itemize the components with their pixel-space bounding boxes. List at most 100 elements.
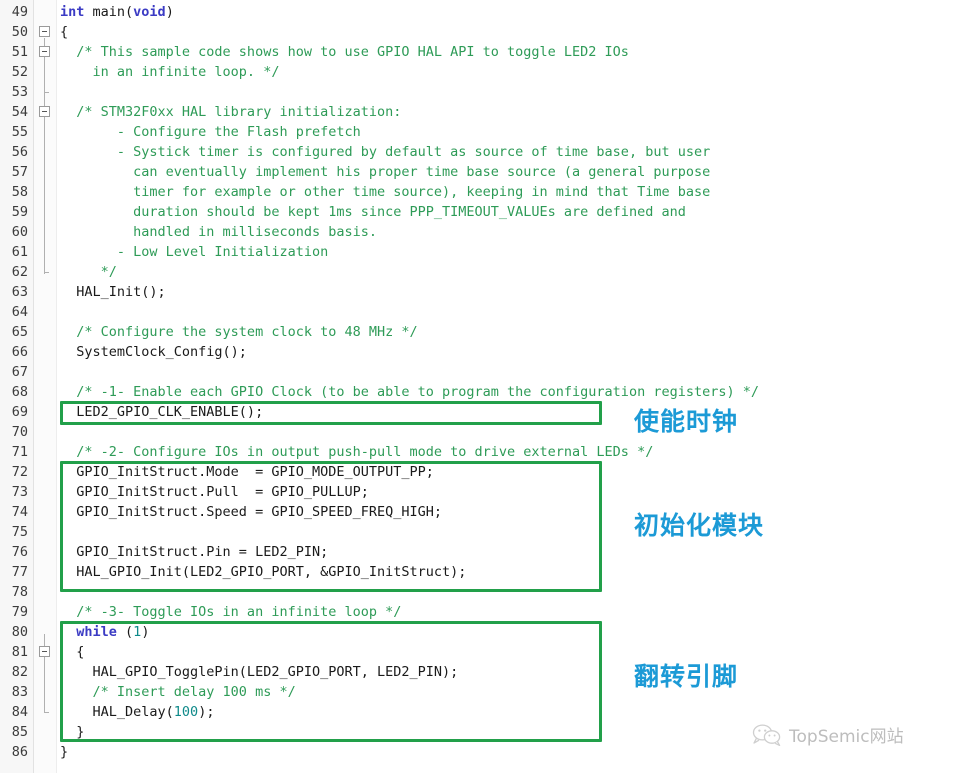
line-number: 86 <box>11 744 28 760</box>
line-number: 83 <box>11 684 28 700</box>
line-number: 61 <box>11 244 28 260</box>
line-number: 53 <box>11 84 28 100</box>
line-number: 84 <box>11 704 28 720</box>
toggle-loop-box <box>60 621 602 742</box>
line-number: 62 <box>11 264 28 280</box>
code-text[interactable]: { <box>60 22 68 42</box>
line-number: 76 <box>11 544 28 560</box>
line-number: 73 <box>11 484 28 500</box>
code-text[interactable]: */ <box>60 262 117 282</box>
code-line[interactable]: 59 duration should be kept 1ms since PPP… <box>0 202 979 222</box>
token-cmt: /* This sample code shows how to use GPI… <box>60 44 629 60</box>
code-text[interactable]: SystemClock_Config(); <box>60 342 247 362</box>
code-text[interactable]: int main(void) <box>60 2 174 22</box>
code-text[interactable]: timer for example or other time source),… <box>60 182 710 202</box>
token-pln: } <box>60 744 69 760</box>
line-number: 58 <box>11 184 28 200</box>
code-text[interactable]: /* STM32F0xx HAL library initialization: <box>60 102 401 122</box>
line-number: 70 <box>11 424 28 440</box>
code-line[interactable]: 61 - Low Level Initialization <box>0 242 979 262</box>
line-number: 85 <box>11 724 28 740</box>
token-cmt: timer for example or other time source),… <box>60 184 711 200</box>
code-text[interactable]: - Low Level Initialization <box>60 242 328 262</box>
code-text[interactable]: - Systick timer is configured by default… <box>60 142 710 162</box>
line-number: 82 <box>11 664 28 680</box>
line-number: 57 <box>11 164 28 180</box>
line-number: 66 <box>11 344 28 360</box>
code-line[interactable]: 63 HAL_Init(); <box>0 282 979 302</box>
code-line[interactable]: 79 /* -3- Toggle IOs in an infinite loop… <box>0 602 979 622</box>
line-number: 55 <box>11 124 28 140</box>
token-cmt: - Low Level Initialization <box>60 244 329 260</box>
line-number: 75 <box>11 524 28 540</box>
code-text[interactable]: /* This sample code shows how to use GPI… <box>60 42 629 62</box>
token-cmt: /* -1- Enable each GPIO Clock (to be abl… <box>60 384 759 400</box>
code-line[interactable]: 71 /* -2- Configure IOs in output push-p… <box>0 442 979 462</box>
token-cmt: - Configure the Flash prefetch <box>60 124 361 140</box>
line-number: 71 <box>11 444 28 460</box>
annotation-toggle-pin: 翻转引脚 <box>634 662 739 691</box>
line-number: 63 <box>11 284 28 300</box>
watermark: TopSemic网站 <box>752 722 904 747</box>
line-number: 64 <box>11 304 28 320</box>
line-number: 49 <box>11 4 28 20</box>
code-line[interactable]: 68 /* -1- Enable each GPIO Clock (to be … <box>0 382 979 402</box>
line-number: 60 <box>11 224 28 240</box>
code-line[interactable]: 52 in an infinite loop. */ <box>0 62 979 82</box>
code-text[interactable]: handled in milliseconds basis. <box>60 222 377 242</box>
code-line[interactable]: 60 handled in milliseconds basis. <box>0 222 979 242</box>
code-line[interactable]: 58 timer for example or other time sourc… <box>0 182 979 202</box>
code-text[interactable]: - Configure the Flash prefetch <box>60 122 361 142</box>
code-line[interactable]: 55 - Configure the Flash prefetch <box>0 122 979 142</box>
code-text[interactable]: /* Configure the system clock to 48 MHz … <box>60 322 418 342</box>
code-line[interactable]: 51 /* This sample code shows how to use … <box>0 42 979 62</box>
watermark-label: TopSemic网站 <box>789 727 904 747</box>
line-number: 67 <box>11 364 28 380</box>
code-text[interactable]: duration should be kept 1ms since PPP_TI… <box>60 202 686 222</box>
code-line[interactable]: 56 - Systick timer is configured by defa… <box>0 142 979 162</box>
token-cmt: /* Configure the system clock to 48 MHz … <box>60 324 418 340</box>
token-cmt: /* -3- Toggle IOs in an infinite loop */ <box>60 604 402 620</box>
token-kw: void <box>133 4 166 20</box>
line-number: 72 <box>11 464 28 480</box>
code-line[interactable]: 70 <box>0 422 979 442</box>
code-line[interactable]: 57 can eventually implement his proper t… <box>0 162 979 182</box>
code-line[interactable]: 66 SystemClock_Config(); <box>0 342 979 362</box>
token-cmt: in an infinite loop. */ <box>60 64 280 80</box>
code-text[interactable]: in an infinite loop. */ <box>60 62 280 82</box>
line-number: 51 <box>11 44 28 60</box>
code-line[interactable]: 50 { <box>0 22 979 42</box>
line-number: 59 <box>11 204 28 220</box>
code-text[interactable]: /* -1- Enable each GPIO Clock (to be abl… <box>60 382 759 402</box>
code-editor[interactable]: 49 int main(void) 50 {51 /* This sample cod… <box>0 0 979 773</box>
wechat-icon <box>752 723 782 746</box>
token-cmt: can eventually implement his proper time… <box>60 164 711 180</box>
line-number: 54 <box>11 104 28 120</box>
code-text[interactable]: /* -2- Configure IOs in output push-pull… <box>60 442 653 462</box>
line-number: 74 <box>11 504 28 520</box>
token-cmt: - Systick timer is configured by default… <box>60 144 711 160</box>
code-line[interactable]: 65 /* Configure the system clock to 48 M… <box>0 322 979 342</box>
code-text[interactable]: can eventually implement his proper time… <box>60 162 710 182</box>
line-number: 65 <box>11 324 28 340</box>
code-line[interactable]: 64 <box>0 302 979 322</box>
code-line[interactable]: 49 int main(void) <box>0 2 979 22</box>
gpio-init-box <box>60 461 602 592</box>
token-kw: int <box>60 4 85 20</box>
token-pln: SystemClock_Config(); <box>60 344 247 360</box>
line-number: 50 <box>11 24 28 40</box>
code-line[interactable]: 53 <box>0 82 979 102</box>
annotation-init-module: 初始化模块 <box>634 511 765 540</box>
code-text[interactable]: /* -3- Toggle IOs in an infinite loop */ <box>60 602 401 622</box>
line-number: 77 <box>11 564 28 580</box>
code-line[interactable]: 54 /* STM32F0xx HAL library initializati… <box>0 102 979 122</box>
code-text[interactable]: } <box>60 742 68 762</box>
code-line[interactable]: 62 */ <box>0 262 979 282</box>
code-text[interactable]: HAL_Init(); <box>60 282 165 302</box>
line-number: 56 <box>11 144 28 160</box>
annotation-enable-clock: 使能时钟 <box>634 407 739 436</box>
line-number: 79 <box>11 604 28 620</box>
token-cmt: /* -2- Configure IOs in output push-pull… <box>60 444 654 460</box>
code-line[interactable]: 67 <box>0 362 979 382</box>
token-pln: ) <box>165 4 174 20</box>
